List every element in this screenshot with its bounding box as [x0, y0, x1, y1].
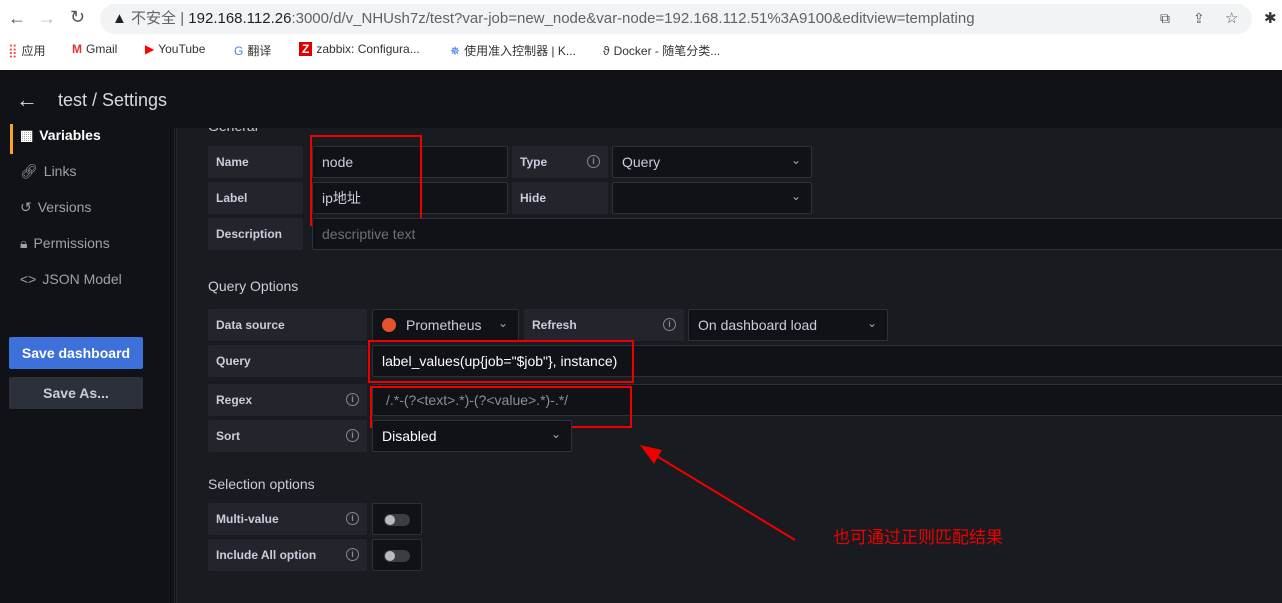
- sidebar-item-variables[interactable]: ▦ Variables: [20, 127, 101, 144]
- annotation-text: 也可通过正则匹配结果: [833, 528, 1003, 547]
- regex-label: Regex i: [208, 384, 367, 416]
- query-label: Query: [208, 345, 367, 377]
- history-icon: ↺: [20, 199, 32, 215]
- extension-icon[interactable]: ✱: [1264, 9, 1277, 27]
- include-all-label: Include All option i: [208, 539, 367, 571]
- gmail-icon: M: [72, 42, 82, 56]
- hide-select[interactable]: ⌄: [612, 182, 812, 214]
- query-options-heading: Query Options: [208, 278, 299, 294]
- lock-icon: 🔒︎: [20, 235, 28, 251]
- annotation-box: [368, 340, 634, 383]
- star-icon[interactable]: ☆: [1225, 9, 1238, 27]
- selection-options-heading: Selection options: [208, 476, 315, 492]
- page-title: test / Settings: [58, 90, 168, 110]
- browser-chrome: ← → ↻ ▲ 不安全 | 192.168.112.26:3000/d/v_NH…: [0, 0, 1282, 70]
- info-icon: i: [346, 429, 359, 442]
- forward-icon[interactable]: →: [38, 8, 56, 29]
- sidebar-item-permissions[interactable]: 🔒︎ Permissions: [20, 235, 110, 252]
- bookmark-k8s[interactable]: ✵ 使用准入控制器 | K...: [450, 42, 576, 59]
- toggle-switch[interactable]: [384, 550, 410, 562]
- bookmark-docker[interactable]: ϑ Docker - 随笔分类...: [603, 42, 720, 59]
- multi-value-toggle[interactable]: [372, 503, 422, 535]
- save-as-button[interactable]: Save As...: [9, 377, 143, 409]
- sort-label: Sort i: [208, 420, 367, 452]
- app-header: [0, 70, 1282, 128]
- share-icon[interactable]: ⇪: [1193, 10, 1205, 27]
- info-icon: i: [346, 548, 359, 561]
- save-dashboard-button[interactable]: Save dashboard: [9, 337, 143, 369]
- description-label: Description: [208, 218, 303, 250]
- chevron-down-icon: ⌄: [790, 189, 801, 203]
- grid-icon: ▦: [20, 127, 34, 143]
- info-icon: i: [346, 512, 359, 525]
- annotation-box: [310, 135, 422, 226]
- annotation-arrow: [640, 445, 796, 541]
- info-icon: i: [587, 155, 600, 168]
- name-label: Name: [208, 146, 303, 178]
- chevron-down-icon: ⌄: [790, 153, 801, 167]
- warning-icon: ▲: [112, 10, 127, 27]
- refresh-select[interactable]: On dashboard load ⌄: [688, 309, 888, 341]
- info-icon: i: [346, 393, 359, 406]
- include-all-toggle[interactable]: [372, 539, 422, 571]
- type-select[interactable]: Query ⌄: [612, 146, 812, 178]
- refresh-label: Refresh i: [524, 309, 684, 341]
- multi-value-label: Multi-value i: [208, 503, 367, 535]
- bookmark-zabbix[interactable]: Zzabbix: Configura...: [299, 42, 420, 56]
- chevron-down-icon: ⌄: [550, 427, 561, 441]
- hide-label: Hide: [512, 182, 608, 214]
- chevron-down-icon: ⌄: [497, 316, 508, 330]
- zabbix-icon: Z: [299, 42, 313, 56]
- back-icon[interactable]: ←: [8, 8, 26, 29]
- youtube-icon: ▶: [145, 42, 155, 56]
- cnblogs-icon: ϑ: [603, 43, 610, 58]
- bookmark-youtube[interactable]: ▶ YouTube: [145, 42, 205, 56]
- apps-grid-icon: ⣿: [8, 42, 18, 58]
- back-arrow-icon[interactable]: ←: [16, 87, 38, 113]
- label-label: Label: [208, 182, 303, 214]
- translate-icon[interactable]: ⧉: [1160, 10, 1170, 27]
- type-label: Type i: [512, 146, 608, 178]
- description-input[interactable]: descriptive text: [312, 218, 1282, 250]
- link-icon: 🔗︎: [20, 163, 38, 179]
- sidebar-item-versions[interactable]: ↺ Versions: [20, 199, 91, 216]
- data-source-label: Data source: [208, 309, 367, 341]
- google-translate-icon: G: [234, 43, 244, 58]
- sidebar-item-json-model[interactable]: <> JSON Model: [20, 271, 122, 287]
- reload-icon[interactable]: ↻: [70, 7, 85, 28]
- active-indicator: [10, 124, 13, 154]
- bookmark-gmail[interactable]: M Gmail: [72, 42, 117, 56]
- prometheus-icon: [382, 318, 396, 332]
- code-icon: <>: [20, 271, 37, 287]
- bookmark-translate[interactable]: G 翻译: [234, 42, 271, 59]
- data-source-select[interactable]: Prometheus ⌄: [372, 309, 519, 341]
- sort-select[interactable]: Disabled ⌄: [372, 420, 572, 452]
- toggle-switch[interactable]: [384, 514, 410, 526]
- chevron-down-icon: ⌄: [866, 316, 877, 330]
- sidebar-item-links[interactable]: 🔗︎ Links: [20, 163, 76, 180]
- address-bar[interactable]: ▲ 不安全 | 192.168.112.26:3000/d/v_NHUsh7z/…: [100, 4, 1252, 34]
- bookmark-apps[interactable]: ⣿ 应用: [8, 42, 46, 59]
- info-icon: i: [663, 318, 676, 331]
- kubernetes-icon: ✵: [450, 43, 461, 58]
